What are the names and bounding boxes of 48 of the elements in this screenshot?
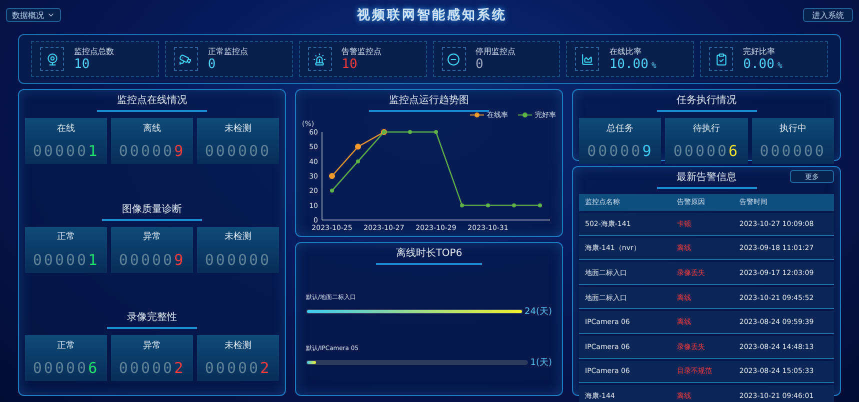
- page-title: 视频联网智能感知系统: [357, 6, 507, 24]
- section-title: 录像完整性: [107, 310, 197, 329]
- counter-digits: 00000 9: [118, 142, 186, 160]
- stat-label: 监控点总数: [74, 46, 114, 57]
- counter-label: 未检测: [224, 230, 252, 244]
- section-title: 监控点在线情况: [97, 93, 207, 112]
- counter-digits: 00000 1: [32, 142, 100, 160]
- stat-label: 停用监控点: [476, 46, 516, 57]
- counter-label: 异常: [143, 340, 161, 352]
- counter-label: 未检测: [224, 122, 252, 135]
- stat-value: 10: [74, 57, 91, 72]
- counter-digits: 000000: [204, 142, 272, 160]
- counter-label: 未检测: [224, 340, 252, 352]
- stat-label: 完好比率: [743, 46, 776, 57]
- counter-digits: 00000 9: [118, 250, 186, 269]
- counter-label: 离线: [143, 122, 161, 135]
- counter-label: 异常: [143, 230, 161, 244]
- counter-digits: 00000 2: [204, 359, 272, 378]
- stat-value: 10.00 %: [609, 57, 656, 72]
- counter-label: 在线: [57, 122, 75, 135]
- overview-dropdown[interactable]: 数据概况: [6, 8, 61, 22]
- bar-value: 1(天): [530, 357, 552, 369]
- stat-value: 0: [476, 57, 484, 72]
- counter-digits: 00000 2: [118, 359, 186, 378]
- panel-title: 任务执行情况: [656, 93, 756, 112]
- counter-label: 待执行: [692, 122, 720, 135]
- bar-value: 24(天): [524, 306, 552, 318]
- counter-digits: 000000: [204, 250, 272, 269]
- panel-title: 离线时长TOP6: [376, 246, 482, 265]
- stat-value: 0.00 %: [743, 57, 782, 72]
- panel-title: 最新告警信息: [656, 170, 756, 189]
- panel-title: 监控点运行趋势图: [369, 93, 489, 112]
- counter-label: 总任务: [606, 122, 634, 135]
- stat-label: 告警监控点: [342, 46, 382, 57]
- stat-label: 在线比率: [609, 46, 642, 57]
- counter-label: 正常: [57, 230, 75, 244]
- counter-digits: 00000 6: [32, 359, 100, 378]
- stat-value: 10: [342, 57, 358, 72]
- counter-digits: 00000 9: [587, 142, 654, 160]
- stat-label: 正常监控点: [208, 46, 248, 57]
- counter-digits: 00000 6: [673, 142, 740, 160]
- counter-label: 执行中: [779, 122, 806, 135]
- counter-label: 正常: [57, 340, 75, 352]
- stat-value: 0: [208, 57, 217, 72]
- enter-system-button[interactable]: 进入系统: [803, 8, 853, 22]
- counter-digits: 00000 1: [32, 250, 100, 269]
- section-title: 图像质量诊断: [102, 202, 202, 220]
- counter-digits: 000000: [760, 142, 826, 160]
